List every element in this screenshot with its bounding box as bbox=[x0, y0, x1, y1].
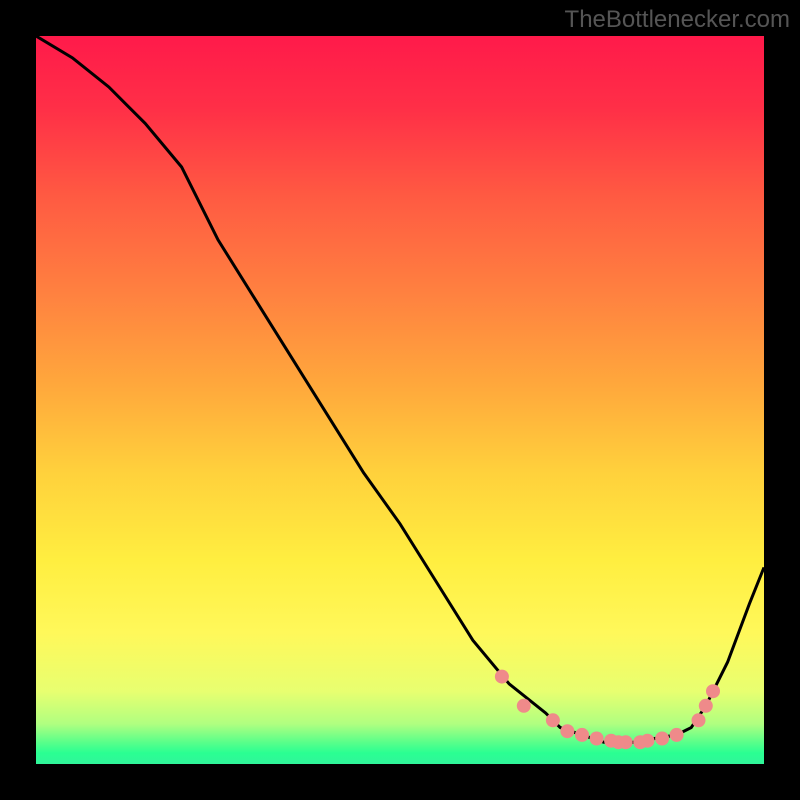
highlight-dot bbox=[692, 713, 706, 727]
highlight-dot bbox=[670, 728, 684, 742]
highlight-dot bbox=[706, 684, 720, 698]
highlight-dot bbox=[655, 732, 669, 746]
highlight-dot bbox=[590, 732, 604, 746]
highlight-dot bbox=[619, 735, 633, 749]
gradient-background bbox=[36, 36, 764, 764]
highlight-dot bbox=[546, 713, 560, 727]
chart-svg bbox=[36, 36, 764, 764]
highlight-dot bbox=[641, 734, 655, 748]
plot-area bbox=[36, 36, 764, 764]
highlight-dot bbox=[495, 670, 509, 684]
chart-frame: TheBottlenecker.com bbox=[0, 0, 800, 800]
highlight-dot bbox=[517, 699, 531, 713]
highlight-dot bbox=[575, 728, 589, 742]
highlight-dot bbox=[560, 724, 574, 738]
highlight-dot bbox=[699, 699, 713, 713]
watermark-text: TheBottlenecker.com bbox=[565, 6, 790, 34]
